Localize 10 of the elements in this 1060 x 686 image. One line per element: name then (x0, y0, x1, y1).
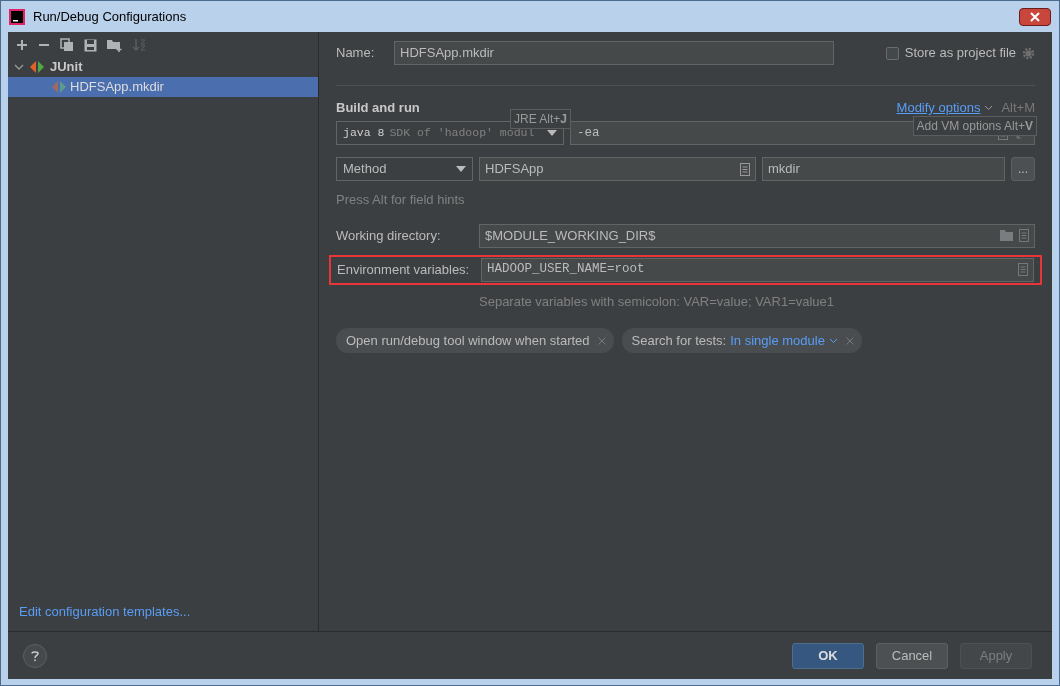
hint-text: Separate variables with semicolon: VAR=value; VAR1=value1 (479, 292, 836, 311)
section-title: Build and run (336, 99, 420, 118)
tooltip: Add VM options Alt+V (912, 116, 1037, 136)
tooltip: JRE Alt+J (510, 109, 572, 129)
field-label: Environment variables: (337, 260, 471, 279)
hint-text: Press Alt for field hints (336, 191, 466, 209)
field-label: Name: (336, 44, 376, 63)
field-label: Working directory: (336, 226, 442, 245)
shortcut-hint: Alt+M (1001, 99, 1035, 118)
window-title: Run/Debug Configurations (33, 7, 187, 26)
